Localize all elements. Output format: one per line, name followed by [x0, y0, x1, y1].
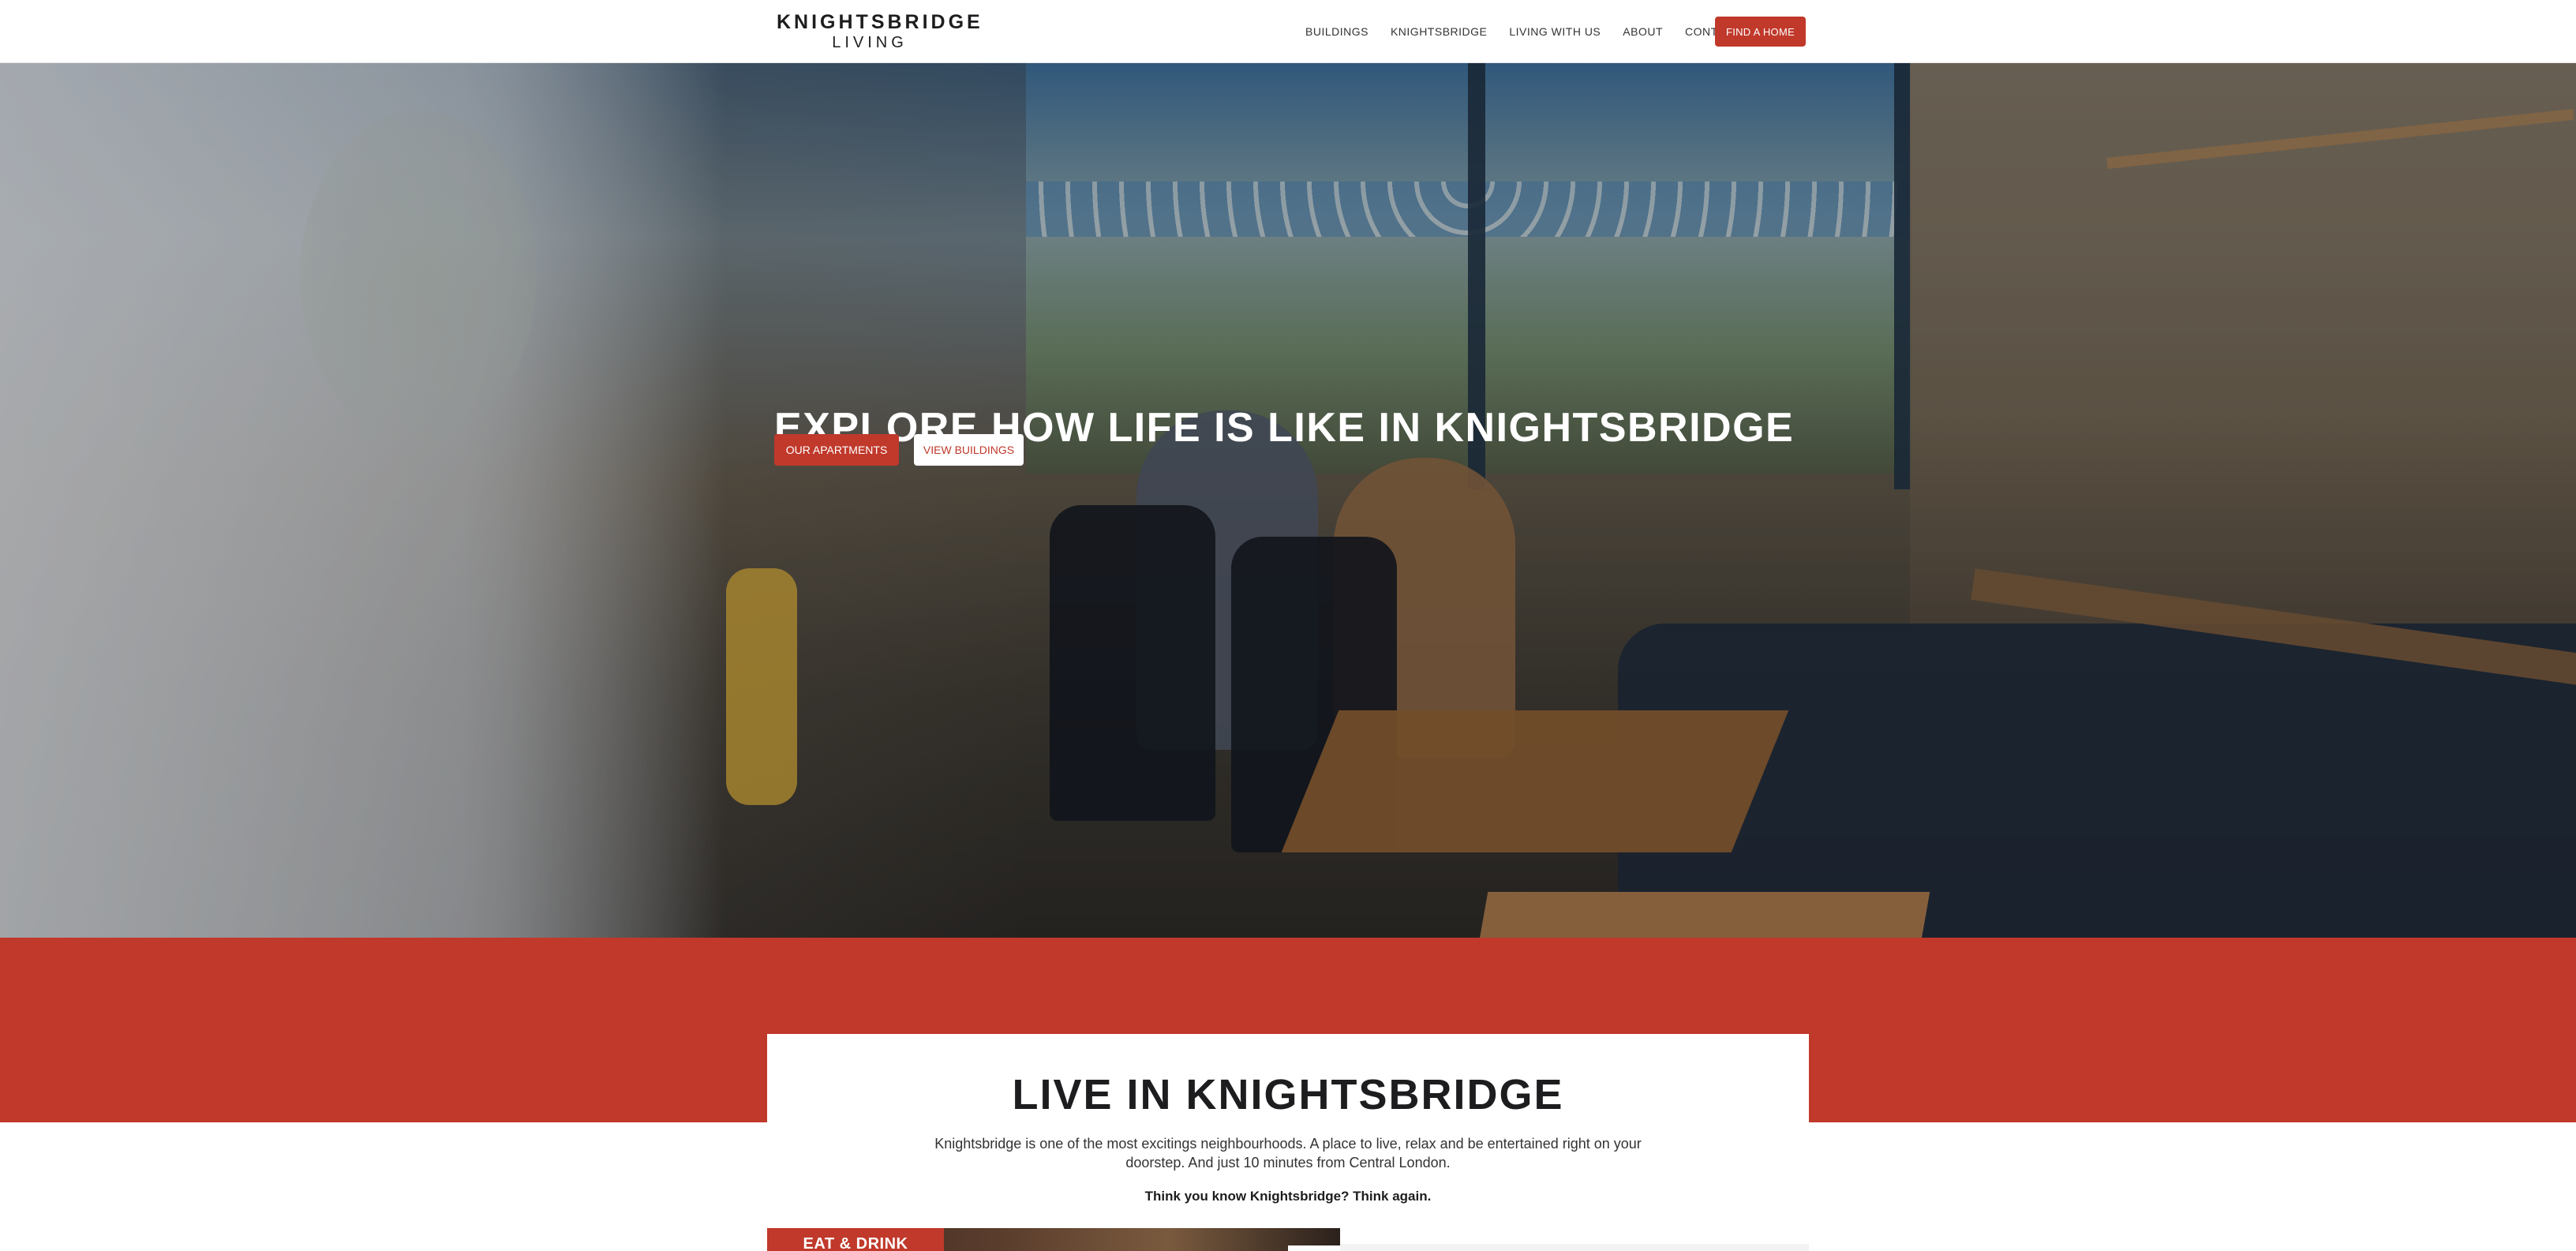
logo-wordmark: KNIGHTSBRIDGE: [777, 11, 983, 33]
site-header: KNIGHTSBRIDGE LIVING BUILDINGS KNIGHTSBR…: [0, 0, 2576, 63]
tile-corner: [1288, 1245, 1340, 1251]
nav-item-knightsbridge[interactable]: KNIGHTSBRIDGE: [1391, 24, 1487, 39]
main-nav: BUILDINGS KNIGHTSBRIDGE LIVING WITH US A…: [1305, 24, 1740, 39]
next-tile: [1340, 1244, 1809, 1251]
find-a-home-button[interactable]: FIND A HOME: [1715, 17, 1806, 47]
site-logo[interactable]: KNIGHTSBRIDGE LIVING: [777, 11, 983, 52]
tile-label: EAT & DRINK: [767, 1228, 944, 1251]
section-tagline: Think you know Knightsbridge? Think agai…: [1144, 1189, 1432, 1204]
eat-drink-tile[interactable]: EAT & DRINK: [767, 1228, 1340, 1251]
logo-subtitle: LIVING: [832, 34, 908, 51]
hero-section: EXPLORE HOW LIFE IS LIKE IN KNIGHTSBRIDG…: [0, 63, 2576, 938]
view-buildings-button[interactable]: VIEW BUILDINGS: [914, 434, 1024, 466]
intro-card: LIVE IN KNIGHTSBRIDGE Knightsbridge is o…: [767, 1034, 1809, 1251]
nav-item-living-with-us[interactable]: LIVING WITH US: [1509, 24, 1601, 39]
nav-item-about[interactable]: ABOUT: [1623, 24, 1663, 39]
hero-overlay: [0, 63, 2576, 938]
our-apartments-button[interactable]: OUR APARTMENTS: [774, 434, 899, 466]
section-description: Knightsbridge is one of the most excitin…: [934, 1136, 1642, 1170]
nav-item-buildings[interactable]: BUILDINGS: [1305, 24, 1368, 39]
section-title: LIVE IN KNIGHTSBRIDGE: [1012, 1071, 1564, 1118]
